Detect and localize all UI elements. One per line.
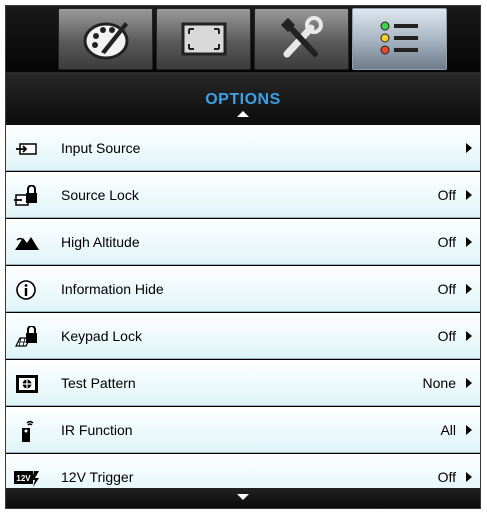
chevron-right-icon[interactable] — [466, 331, 472, 341]
menu-item-value: Off — [437, 281, 456, 297]
ir-remote-icon — [22, 420, 34, 442]
menu-item-information-hide[interactable]: Information Hide Off — [6, 266, 480, 312]
menu-item-label: Test Pattern — [61, 375, 136, 391]
chevron-right-icon[interactable] — [466, 472, 472, 482]
chevron-right-icon[interactable] — [466, 284, 472, 294]
chevron-right-icon[interactable] — [466, 190, 472, 200]
menu-item-label: 12V Trigger — [61, 469, 134, 485]
options-menu: OPTIONS Input Source Source Lock Off Hig… — [5, 5, 481, 509]
svg-text:12V: 12V — [16, 474, 31, 483]
input-source-icon — [16, 143, 37, 155]
menu-header: OPTIONS — [6, 75, 480, 125]
chevron-right-icon[interactable] — [466, 237, 472, 247]
menu-item-label: Input Source — [61, 140, 141, 156]
menu-item-source-lock[interactable]: Source Lock Off — [6, 172, 480, 218]
screen-resize-icon — [181, 22, 227, 56]
menu-item-input-source[interactable]: Input Source — [6, 125, 480, 171]
page-title: OPTIONS — [205, 91, 281, 108]
test-pattern-icon — [16, 375, 38, 393]
menu-item-value: Off — [437, 234, 456, 250]
high-altitude-icon — [15, 237, 39, 250]
menu-item-ir-function[interactable]: IR Function All — [6, 407, 480, 453]
menu-item-high-altitude[interactable]: High Altitude Off — [6, 219, 480, 265]
tools-icon — [280, 16, 323, 58]
menu-item-value: Off — [437, 328, 456, 344]
menu-item-value: All — [440, 422, 456, 438]
menu-item-label: IR Function — [61, 422, 133, 438]
menu-item-label: Keypad Lock — [61, 328, 142, 344]
scroll-down-icon[interactable] — [237, 494, 249, 500]
menu-item-value: None — [422, 375, 456, 391]
scroll-up-icon[interactable] — [237, 111, 249, 117]
keypad-lock-icon — [15, 326, 37, 347]
menu-item-value: Off — [437, 187, 456, 203]
menu-item-keypad-lock[interactable]: Keypad Lock Off — [6, 313, 480, 359]
chevron-right-icon[interactable] — [466, 143, 472, 153]
chevron-right-icon[interactable] — [466, 425, 472, 435]
menu-item-value: Off — [437, 469, 456, 485]
menu-item-label: Information Hide — [61, 281, 164, 297]
menu-footer — [6, 488, 480, 508]
options-list-icon — [380, 21, 418, 55]
menu-tab-bar — [6, 6, 480, 72]
options-list: Input Source Source Lock Off High Altitu… — [6, 125, 480, 501]
menu-item-test-pattern[interactable]: Test Pattern None — [6, 360, 480, 406]
tab-setup[interactable] — [254, 8, 349, 70]
menu-item-label: High Altitude — [61, 234, 140, 250]
menu-item-label: Source Lock — [61, 187, 139, 203]
source-lock-icon — [14, 185, 37, 206]
trigger-12v-icon: 12V — [14, 471, 39, 487]
tab-options[interactable] — [352, 8, 447, 70]
information-icon — [16, 280, 36, 300]
tab-image[interactable] — [58, 8, 153, 70]
palette-icon — [83, 22, 129, 60]
chevron-right-icon[interactable] — [466, 378, 472, 388]
tab-display[interactable] — [156, 8, 251, 70]
